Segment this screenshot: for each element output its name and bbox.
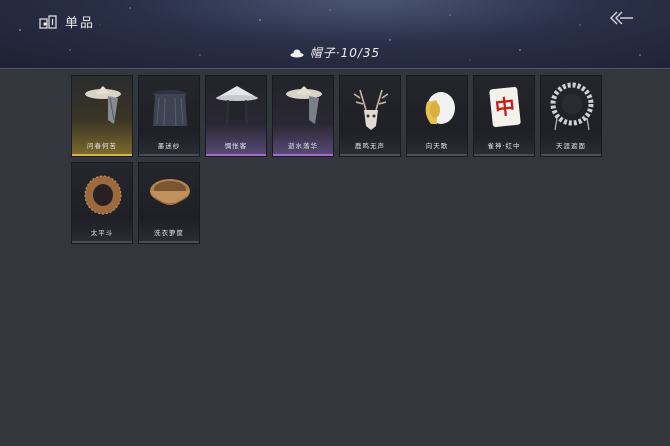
item-name: 天涯遮面: [556, 142, 586, 150]
item-card-10[interactable]: 洗衣箩筐: [138, 162, 200, 244]
wardrobe-icon: [39, 14, 57, 29]
header-title-group: 单品: [39, 12, 95, 31]
rarity-bar: [206, 154, 266, 156]
goose-hood-icon: [425, 92, 455, 124]
rarity-bar: [139, 241, 199, 243]
deer-skull-icon: [353, 89, 389, 130]
top-bar: 单品 帽子·10/35: [0, 0, 670, 69]
rarity-bar: [407, 154, 467, 156]
svg-text:中: 中: [494, 94, 516, 120]
item-name: 洗衣箩筐: [154, 229, 184, 237]
rarity-bar: [474, 154, 534, 156]
category-label: 帽子·10/35: [309, 46, 381, 60]
page-title: 单品: [65, 16, 96, 31]
item-name: 惆怅客: [224, 142, 248, 150]
item-card-5[interactable]: 鹿鸣无声: [339, 75, 401, 157]
item-name: 墨迷纱: [157, 142, 181, 150]
item-card-3[interactable]: 惆怅客: [205, 75, 267, 157]
hat-icon: [290, 49, 304, 57]
item-name: 太平斗: [90, 229, 114, 237]
item-card-6[interactable]: 向天歌: [406, 75, 468, 157]
rarity-bar: [72, 241, 132, 243]
item-card-7[interactable]: 中 雀神·红中: [473, 75, 535, 157]
laundry-basket-icon: [150, 179, 190, 205]
item-name: 逝水落华: [288, 142, 318, 150]
item-card-9[interactable]: 太平斗: [71, 162, 133, 244]
item-card-2[interactable]: 墨迷纱: [138, 75, 200, 157]
category-header: 帽子·10/35: [0, 44, 670, 61]
mahjong-tile-icon: 中: [489, 86, 521, 128]
woven-basket-hat-icon: [84, 175, 122, 215]
item-name: 问春何苦: [87, 142, 117, 150]
item-card-1[interactable]: 问春何苦: [71, 75, 133, 157]
rarity-bar: [541, 154, 601, 156]
umbrella-hat-icon: [550, 82, 594, 131]
item-name: 雀神·红中: [487, 142, 521, 150]
black-veil-hat-icon: [153, 90, 187, 127]
rarity-bar: [72, 154, 132, 156]
item-card-4[interactable]: 逝水落华: [272, 75, 334, 157]
conical-hat-icon: [216, 86, 258, 125]
rarity-bar: [273, 154, 333, 156]
straw-hat-veil-icon: [85, 86, 121, 124]
rarity-bar: [340, 154, 400, 156]
rarity-bar: [139, 154, 199, 156]
item-card-8[interactable]: 天涯遮面: [540, 75, 602, 157]
item-name: 向天歌: [425, 142, 449, 150]
back-arrow-icon[interactable]: [608, 9, 634, 27]
straw-hat-veil-icon: [286, 86, 322, 124]
item-name: 鹿鸣无声: [355, 142, 385, 150]
